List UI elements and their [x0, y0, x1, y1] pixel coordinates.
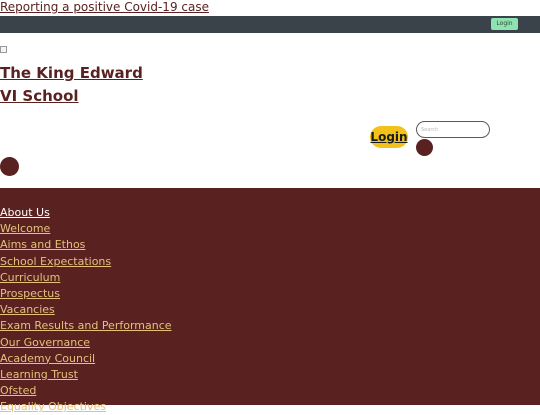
nav-item: Vacancies: [0, 302, 172, 318]
nav-item: Prospectus: [0, 286, 172, 302]
nav-link-prospectus[interactable]: Prospectus: [0, 287, 60, 300]
nav-item: Curriculum: [0, 270, 172, 286]
nav-item: Learning Trust: [0, 367, 172, 383]
utility-login-button[interactable]: Login: [491, 18, 518, 30]
nav-item: Aims and Ethos: [0, 237, 172, 253]
nav-item: Academy Council: [0, 351, 172, 367]
school-name-link[interactable]: The King Edward VI School: [0, 62, 143, 108]
nav-link-aims-and-ethos[interactable]: Aims and Ethos: [0, 238, 85, 251]
top-utility-bar: Login: [0, 16, 540, 33]
nav-link-learning-trust[interactable]: Learning Trust: [0, 368, 78, 381]
menu-toggle-button[interactable]: [0, 157, 19, 176]
school-logo-image[interactable]: [0, 46, 7, 53]
nav-item: Equality Objectives: [0, 399, 172, 415]
nav-item: Our Governance: [0, 335, 172, 351]
nav-link-exam-results[interactable]: Exam Results and Performance: [0, 319, 172, 332]
navigation-panel: About Us Welcome Aims and Ethos School E…: [0, 188, 540, 413]
nav-link-academy-council[interactable]: Academy Council: [0, 352, 95, 365]
nav-item: School Expectations: [0, 254, 172, 270]
nav-link-about-us[interactable]: About Us: [0, 206, 50, 219]
nav-link-curriculum[interactable]: Curriculum: [0, 271, 60, 284]
search-input[interactable]: [416, 121, 490, 138]
nav-link-equality-objectives[interactable]: Equality Objectives: [0, 400, 106, 413]
nav-list: About Us Welcome Aims and Ethos School E…: [0, 205, 172, 415]
search-button[interactable]: [416, 139, 433, 156]
nav-link-welcome[interactable]: Welcome: [0, 222, 50, 235]
covid-alert-bar: Reporting a positive Covid-19 case: [0, 0, 540, 16]
nav-item: Exam Results and Performance: [0, 318, 172, 334]
nav-item: Ofsted: [0, 383, 172, 399]
nav-link-vacancies[interactable]: Vacancies: [0, 303, 55, 316]
login-button[interactable]: Login: [370, 126, 408, 148]
nav-item: Welcome: [0, 221, 172, 237]
nav-link-our-governance[interactable]: Our Governance: [0, 336, 90, 349]
nav-link-ofsted[interactable]: Ofsted: [0, 384, 36, 397]
covid-report-link[interactable]: Reporting a positive Covid-19 case: [0, 0, 209, 15]
nav-link-school-expectations[interactable]: School Expectations: [0, 255, 111, 268]
school-name-line1: The King Edward: [0, 64, 143, 82]
nav-section-about-us: About Us: [0, 205, 172, 221]
school-name-line2: VI School: [0, 87, 79, 105]
